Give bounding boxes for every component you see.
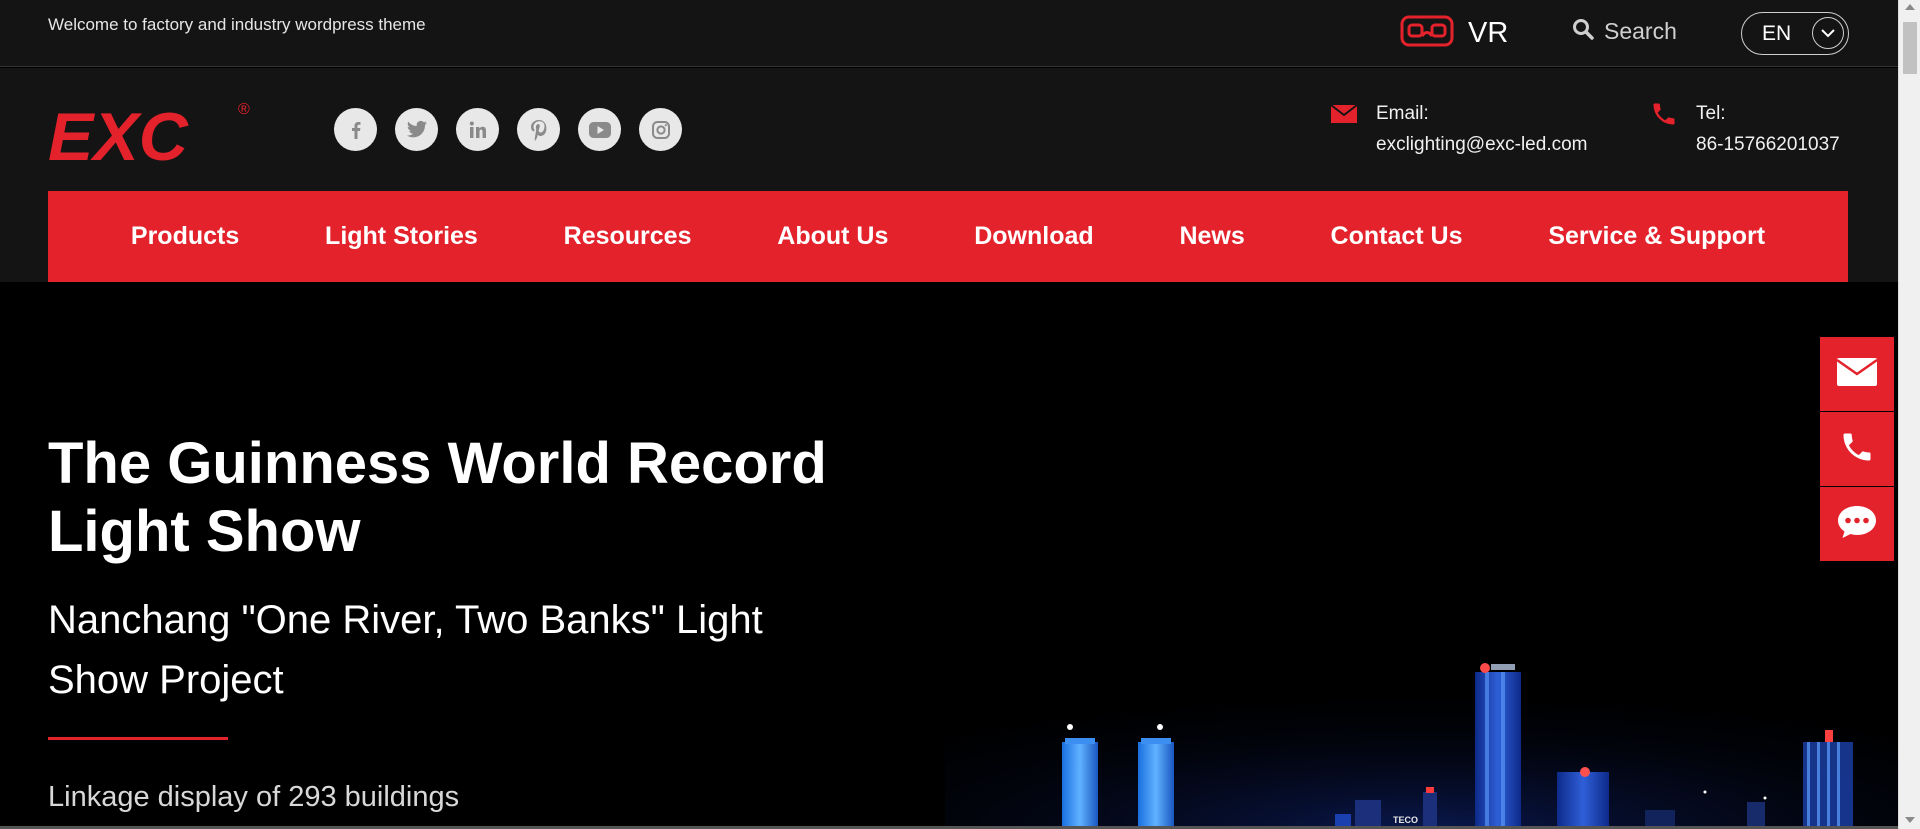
logo-registered-mark: ® — [238, 101, 250, 118]
welcome-text: Welcome to factory and industry wordpres… — [48, 15, 426, 34]
float-email-button[interactable] — [1820, 337, 1894, 411]
email-value[interactable]: exclighting@exc-led.com — [1376, 129, 1588, 160]
social-links — [334, 108, 682, 151]
hero-banner: The Guinness World Record Light Show Nan… — [0, 282, 1898, 829]
twitter-icon[interactable] — [395, 108, 438, 151]
hero-description: Linkage display of 293 buildings — [48, 781, 460, 813]
email-label: Email: — [1376, 103, 1429, 124]
phone-icon — [1650, 100, 1678, 160]
vr-link[interactable]: VR — [1400, 14, 1508, 53]
hero-subtitle: Nanchang "One River, Two Banks" Light Sh… — [48, 598, 763, 702]
chevron-down-icon — [1812, 17, 1844, 49]
nav-item-light-stories[interactable]: Light Stories — [325, 222, 478, 251]
page-scrollbar[interactable] — [1898, 0, 1920, 829]
language-label: EN — [1762, 21, 1792, 45]
pinterest-icon[interactable] — [517, 108, 560, 151]
logo-text: EXC — [48, 99, 189, 170]
hero-divider — [48, 737, 228, 740]
tel-label: Tel: — [1696, 103, 1726, 124]
envelope-icon — [1330, 104, 1358, 160]
nav-item-products[interactable]: Products — [131, 222, 239, 251]
tel-contact[interactable]: Tel: 86-15766201037 — [1650, 98, 1840, 160]
linkedin-icon[interactable] — [456, 108, 499, 151]
top-bar: Welcome to factory and industry wordpres… — [0, 0, 1898, 67]
envelope-icon — [1836, 357, 1878, 392]
scroll-thumb[interactable] — [1903, 22, 1917, 74]
nav-item-contact-us[interactable]: Contact Us — [1331, 222, 1463, 251]
facebook-icon[interactable] — [334, 108, 377, 151]
hero-title: The Guinness World Record Light Show — [48, 431, 827, 564]
tel-value[interactable]: 86-15766201037 — [1696, 129, 1840, 160]
site-header: EXC ® Email: exclighting@exc-led.com Tel… — [0, 68, 1898, 282]
exc-logo[interactable]: EXC ® — [48, 94, 258, 175]
email-contact[interactable]: Email: exclighting@exc-led.com — [1330, 98, 1588, 160]
scroll-down-arrow-icon[interactable] — [1905, 817, 1915, 823]
phone-icon — [1839, 429, 1875, 470]
teco-sign: TECO — [1393, 815, 1418, 825]
nav-item-news[interactable]: News — [1179, 222, 1244, 251]
float-phone-button[interactable] — [1820, 412, 1894, 486]
nav-item-about-us[interactable]: About Us — [777, 222, 888, 251]
vr-label: VR — [1468, 17, 1509, 49]
main-nav: Products Light Stories Resources About U… — [48, 191, 1848, 282]
nav-item-resources[interactable]: Resources — [564, 222, 692, 251]
vr-headset-icon — [1400, 14, 1454, 53]
scroll-up-arrow-icon[interactable] — [1905, 4, 1915, 10]
nav-item-download[interactable]: Download — [974, 222, 1093, 251]
search-icon — [1572, 18, 1594, 45]
chat-bubble-icon — [1836, 504, 1878, 545]
instagram-icon[interactable] — [639, 108, 682, 151]
search-label: Search — [1604, 18, 1677, 44]
youtube-icon[interactable] — [578, 108, 621, 151]
float-chat-button[interactable] — [1820, 487, 1894, 561]
nav-item-service-support[interactable]: Service & Support — [1548, 222, 1765, 251]
search-button[interactable]: Search — [1572, 18, 1677, 45]
city-skyline-image: TECO — [945, 642, 1898, 829]
language-selector[interactable]: EN — [1741, 12, 1849, 55]
